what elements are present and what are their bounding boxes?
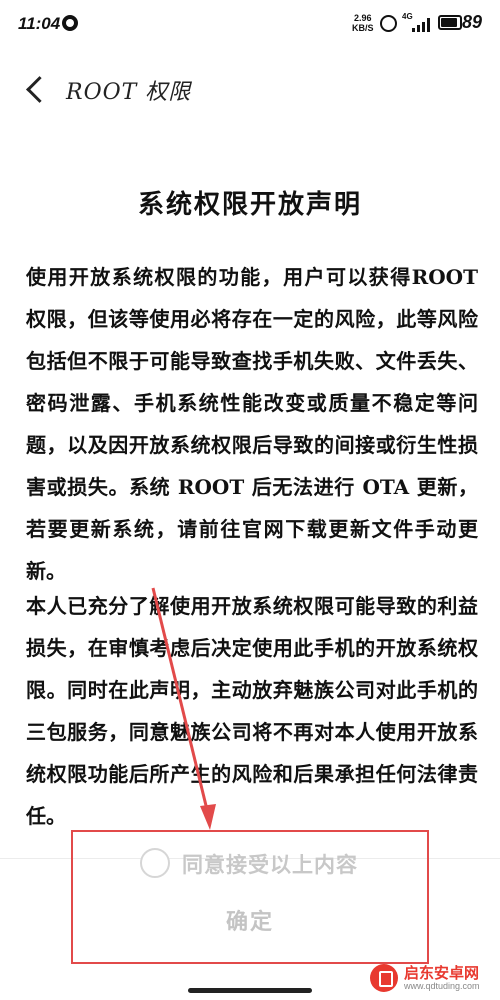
status-bar: 11:04 2.96 KB/S 4G 89 [0,0,500,52]
network-speed-unit: KB/S [352,23,374,33]
watermark-url: www.qdtuding.com [404,981,480,991]
network-speed-value: 2.96 [353,13,372,23]
page-title: ROOT 权限 [66,80,192,105]
app-header: ROOT 权限 [0,60,500,120]
home-indicator[interactable] [188,988,312,993]
network-speed: 2.96 KB/S [352,13,374,33]
signal-icon: 4G [402,12,432,34]
alarm-icon [380,15,397,32]
document-paragraph-2: 本人已充分了解使用开放系统权限可能导致的利益损失，在审慎考虑后决定使用此手机的开… [26,594,478,828]
document-title: 系统权限开放声明 [137,190,362,220]
watermark: 启东安卓网 www.qdtuding.com [370,964,496,996]
battery-icon [438,15,462,30]
watermark-logo-icon [370,964,398,992]
watermark-name: 启东安卓网 [404,965,480,982]
back-button[interactable] [22,74,52,104]
agree-radio[interactable] [140,848,170,878]
document-paragraph-1: 使用开放系统权限的功能，用户可以获得ROOT 权限，但该等使用必将存在一定的风险… [26,265,478,583]
app-notification-icon [62,15,78,31]
status-time: 11:04 [18,14,61,33]
agree-label: 同意接受以上内容 [182,852,358,877]
battery-level: 89 [462,12,483,32]
confirm-button[interactable]: 确定 [160,904,340,940]
